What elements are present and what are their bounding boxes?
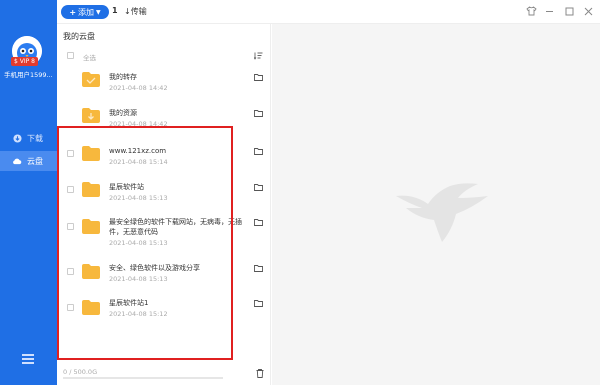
sidebar: $ VIP 8 手机用户1599... 下载 云盘: [0, 0, 57, 385]
transfer-label: 传输: [130, 7, 147, 16]
transfer-arrow-icon: ↓: [124, 7, 131, 16]
file-name: 我的资源: [109, 109, 137, 117]
select-all-checkbox[interactable]: [67, 52, 74, 59]
list-item[interactable]: 我的转存 2021-04-08 14:42: [57, 69, 271, 105]
select-all-row: 全选: [57, 49, 271, 63]
nav-download-label: 下载: [27, 133, 43, 143]
nav-download[interactable]: 下载: [0, 128, 57, 148]
folder-action-icon[interactable]: [254, 147, 263, 155]
trash-icon[interactable]: [256, 369, 264, 378]
cloud-icon: [12, 156, 22, 166]
add-button[interactable]: + 添加 ▼: [61, 5, 109, 19]
chevron-down-icon: ▼: [96, 8, 101, 16]
storage-bar: [63, 377, 223, 379]
transfer-count: 1: [112, 6, 118, 15]
hummingbird-logo-icon: [396, 183, 488, 242]
add-label: 添加: [78, 7, 95, 17]
folder-action-icon[interactable]: [254, 183, 263, 191]
sort-icon[interactable]: [253, 51, 263, 60]
folder-action-icon[interactable]: [254, 264, 263, 272]
preview-area: [272, 24, 600, 385]
transfer-button[interactable]: ↓传输: [124, 6, 147, 17]
nav-cloud-label: 云盘: [27, 156, 43, 166]
folder-action-icon[interactable]: [254, 73, 263, 81]
folder-action-icon[interactable]: [254, 109, 263, 117]
minimize-icon[interactable]: [543, 5, 555, 17]
select-all-label: 全选: [83, 54, 96, 62]
folder-action-icon[interactable]: [254, 218, 263, 226]
file-date: 2021-04-08 14:42: [109, 84, 168, 92]
download-icon: [12, 133, 22, 143]
skin-icon[interactable]: [525, 5, 537, 17]
plus-icon: +: [69, 7, 77, 17]
breadcrumb[interactable]: 我的云盘: [63, 31, 95, 42]
storage-usage-text: 0 / 500.0G: [63, 368, 98, 376]
folder-icon: [82, 108, 100, 123]
file-name: 我的转存: [109, 73, 137, 81]
folder-action-icon[interactable]: [254, 299, 263, 307]
toolbar: + 添加 ▼ 1 ↓传输: [57, 0, 600, 24]
maximize-icon[interactable]: [563, 5, 575, 17]
close-icon[interactable]: [582, 5, 594, 17]
nav-cloud[interactable]: 云盘: [0, 151, 57, 171]
folder-icon: [82, 72, 100, 87]
highlight-box: [57, 126, 233, 360]
username[interactable]: 手机用户1599...: [4, 69, 56, 79]
vip-badge: $ VIP 8: [11, 57, 38, 66]
menu-icon[interactable]: [22, 354, 34, 364]
